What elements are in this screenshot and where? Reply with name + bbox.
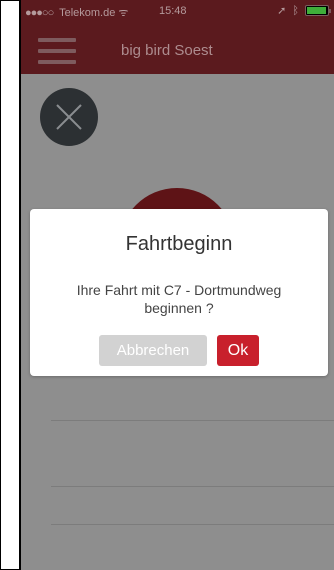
- cancel-button[interactable]: Abbrechen: [99, 335, 207, 366]
- confirm-dialog: Fahrtbeginn Ihre Fahrt mit C7 - Dortmund…: [30, 209, 328, 376]
- list-divider: [51, 486, 334, 487]
- signal-dots-icon: ●●●○○: [25, 7, 54, 19]
- wifi-icon: ᯤ: [118, 7, 129, 19]
- phone-screen: ●●●○○ Telekom.de ᯤ 15:48 ➚ ᛒ big bird So…: [21, 0, 334, 570]
- carrier-name: Telekom.de: [59, 7, 116, 19]
- list-divider: [51, 524, 334, 525]
- app-header: big bird Soest: [21, 24, 334, 74]
- location-arrow-icon: ➚: [277, 5, 287, 17]
- close-button[interactable]: [40, 88, 98, 146]
- close-icon: [56, 104, 82, 130]
- dialog-message: Ihre Fahrt mit C7 - Dortmundweg beginnen…: [76, 282, 282, 316]
- status-right-group: ➚ ᛒ: [277, 4, 331, 17]
- status-time: 15:48: [159, 5, 187, 17]
- hamburger-menu-icon[interactable]: [38, 38, 76, 64]
- header-title: big bird Soest: [121, 42, 213, 59]
- status-bar: ●●●○○ Telekom.de ᯤ 15:48 ➚ ᛒ: [21, 0, 334, 24]
- dialog-title: Fahrtbeginn: [125, 233, 233, 255]
- bluetooth-icon: ᛒ: [292, 4, 299, 17]
- list-divider: [51, 420, 334, 421]
- battery-icon: [305, 5, 331, 16]
- ok-button[interactable]: Ok: [217, 335, 259, 366]
- carrier-group: ●●●○○ Telekom.de ᯤ: [25, 5, 128, 20]
